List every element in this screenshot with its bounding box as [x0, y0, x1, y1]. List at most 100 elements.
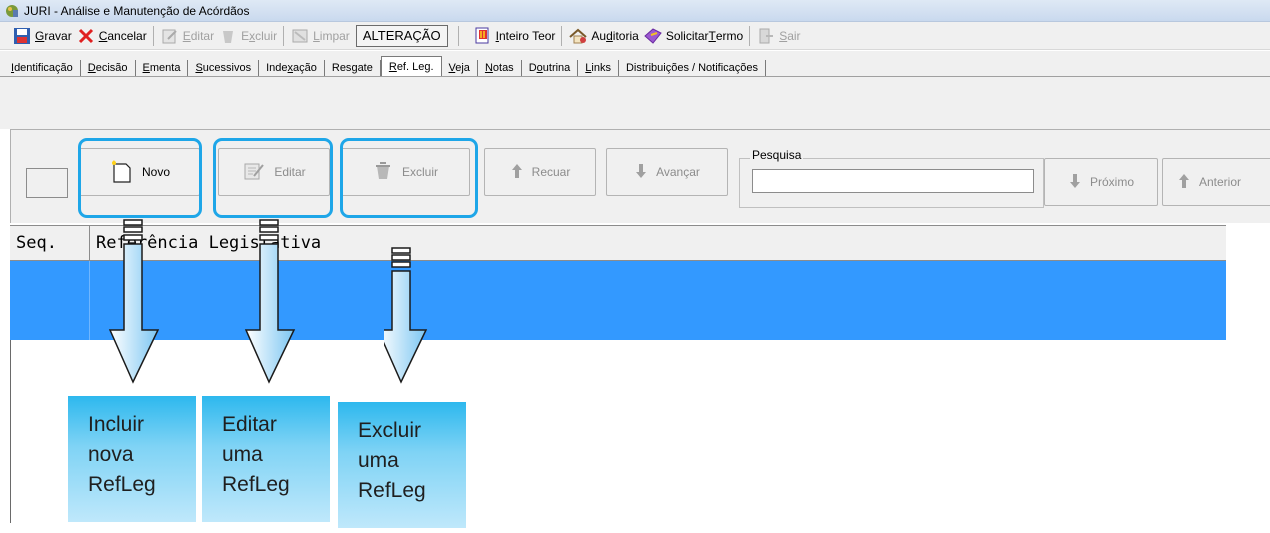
avancar-label: Avançar [656, 165, 700, 179]
toolbar-editar-label-u: E [182, 28, 191, 43]
cancelar-button[interactable]: Cancelar [74, 24, 149, 48]
tab-label: ucessivos [202, 62, 252, 74]
callout-line: RefLeg [358, 479, 426, 502]
solicitar-termo-label: ermo [715, 28, 744, 43]
solicitar-termo-label-pre: Solicitar [665, 28, 709, 43]
tab-0[interactable]: Identificação [4, 60, 81, 76]
tab-label: ação [293, 62, 317, 74]
tab-label: eja [455, 62, 470, 74]
arrow-down-icon [634, 162, 648, 183]
search-input[interactable] [752, 169, 1034, 193]
toolbar-excluir-label-pre: E [241, 28, 250, 43]
anterior-label: Anterior [1199, 175, 1242, 189]
limpar-label: impar [319, 28, 350, 43]
excluir-highlight [340, 138, 478, 218]
sair-button[interactable]: Sair [754, 24, 802, 48]
tab-label: ef. Leg. [396, 61, 434, 73]
tab-label: inks [591, 62, 611, 74]
tab-2[interactable]: Ementa [136, 60, 189, 76]
gravar-label-u: G [35, 28, 45, 43]
callout-line: Excluir [358, 419, 422, 442]
main-toolbar: Gravar Cancelar Editar Ex cluir Limpar A… [0, 22, 1270, 50]
toolbar-excluir-button[interactable]: Ex cluir [216, 24, 279, 48]
tab-label: dentificação [14, 62, 73, 74]
floppy-save-icon [12, 26, 32, 46]
tab-label-accel: E [142, 62, 150, 74]
audit-icon [568, 26, 588, 46]
tab-label-accel: R [388, 61, 397, 73]
callout-excluir: Excluir uma RefLeg [338, 402, 466, 528]
tab-1[interactable]: Decisão [81, 60, 136, 76]
title-bar: JURI - Análise e Manutenção de Acórdãos [0, 0, 1270, 22]
auditoria-button[interactable]: Au d itoria [566, 24, 640, 48]
grid-left-border [10, 340, 11, 523]
arrow-up-icon [510, 162, 524, 183]
cancelar-label: ancelar [107, 28, 147, 43]
tab-label: utrina [542, 62, 571, 74]
panel-top-gap [0, 113, 1270, 129]
column-header-seq[interactable]: Seq. [10, 226, 90, 262]
inteiro-teor-label: nteiro Teor [498, 28, 556, 43]
arrow-down-icon [384, 247, 428, 384]
toolbar-excluir-label: cluir [255, 28, 278, 43]
gravar-button[interactable]: Gravar [10, 24, 74, 48]
tab-label: ecisão [95, 62, 128, 74]
tab-label: otas [492, 62, 514, 74]
arrow-down-icon [244, 219, 296, 384]
tab-10[interactable]: Links [578, 60, 619, 76]
record-indicator-box [26, 168, 68, 198]
callout-line: uma [222, 443, 263, 466]
sair-label: air [787, 28, 801, 43]
callout-line: nova [88, 443, 134, 466]
solicitar-termo-button[interactable]: Solicitar Termo [641, 24, 745, 48]
toolbar-editar-button[interactable]: Editar [158, 24, 216, 48]
tab-6[interactable]: Ref. Leg. [380, 56, 442, 76]
toolbar-separator [561, 25, 563, 46]
clear-icon [290, 26, 310, 46]
tab-label: ate [357, 62, 373, 74]
novo-highlight [78, 138, 202, 218]
toolbar-separator [749, 25, 751, 46]
tab-11[interactable]: Distribuições / Notificações [619, 60, 767, 76]
auditoria-label: itoria [612, 28, 639, 43]
table-row[interactable] [10, 261, 1226, 340]
tab-5[interactable]: Resgate [325, 60, 381, 76]
tab-label-pre: Inde [266, 62, 288, 74]
limpar-button[interactable]: Limpar [288, 24, 352, 48]
tab-7[interactable]: Veja [442, 60, 478, 76]
auditoria-label-pre: Au [591, 28, 607, 43]
mode-indicator: ALTERAÇÃO [355, 24, 448, 47]
tab-label-pre: Res [331, 62, 352, 74]
main-window: JURI - Análise e Manutenção de Acórdãos … [0, 0, 1270, 533]
editar-highlight [213, 138, 333, 218]
arrow-up-icon [1177, 172, 1191, 193]
tab-label-pre: D [528, 62, 537, 74]
tab-label-accel: D [87, 62, 96, 74]
tab-label-accel: N [484, 62, 493, 74]
search-legend: Pesquisa [750, 148, 804, 162]
app-icon [6, 4, 18, 17]
inteiro-teor-button[interactable]: Inteiro Teor [471, 24, 558, 48]
avancar-button[interactable]: Avançar [606, 148, 728, 196]
tab-3[interactable]: Sucessivos [188, 60, 260, 76]
recuar-button[interactable]: Recuar [484, 148, 596, 196]
tab-8[interactable]: Notas [478, 60, 522, 76]
proximo-label: Próximo [1089, 175, 1134, 189]
sair-label-u: S [779, 28, 788, 43]
anterior-button[interactable]: Anterior [1162, 158, 1270, 206]
toolbar-separator [152, 25, 154, 46]
tab-4[interactable]: Indexação [259, 60, 325, 76]
exit-icon [756, 26, 776, 46]
tab-label: menta [149, 62, 181, 74]
edit-icon [160, 26, 180, 46]
gravar-label: ravar [44, 28, 72, 43]
tab-strip-area: Identificação Decisão Ementa Sucessivos Inde… [0, 51, 1270, 113]
tab-9[interactable]: Doutrina [522, 60, 579, 76]
auditoria-label-u: d [606, 28, 613, 43]
callout-incluir: Incluir nova RefLeg [68, 396, 196, 522]
cancelar-label-u: C [98, 28, 108, 43]
arrow-down-icon [108, 219, 160, 384]
callout-line: RefLeg [222, 473, 290, 496]
tab-strip: Identificação Decisão Ementa Sucessivos Inde… [0, 56, 1270, 77]
proximo-button[interactable]: Próximo [1044, 158, 1158, 206]
